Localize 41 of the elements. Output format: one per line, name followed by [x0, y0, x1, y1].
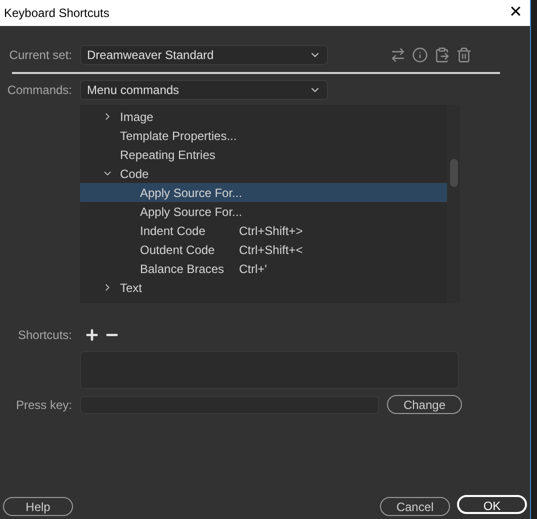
trash-icon[interactable]: [456, 47, 472, 63]
command-label: Apply Source For...: [140, 204, 242, 220]
shortcut-text: Ctrl+Shift+>: [239, 222, 303, 240]
tree-row[interactable]: Balance Braces Ctrl+': [80, 259, 447, 278]
duplicate-icon[interactable]: [390, 47, 406, 63]
command-label: Outdent Code: [140, 242, 216, 258]
cancel-button[interactable]: Cancel: [380, 496, 450, 516]
export-icon[interactable]: [434, 47, 450, 63]
command-label: Indent Code: [140, 222, 206, 240]
command-label: Text: [120, 280, 144, 296]
info-icon[interactable]: [412, 47, 428, 63]
field-label: Press key:: [14, 396, 72, 414]
window-title: Keyboard Shortcuts: [4, 5, 110, 22]
tree-row[interactable]: Apply Source For...: [80, 202, 447, 221]
tree-row[interactable]: Code: [80, 164, 447, 183]
command-label: Repeating Entries: [120, 146, 216, 164]
set-dropdown[interactable]: Dreamweaver Standard: [80, 45, 328, 65]
tree-row[interactable]: Text: [80, 278, 447, 297]
tree-row[interactable]: Repeating Entries: [80, 145, 447, 164]
tree-row[interactable]: Template Properties...: [80, 126, 447, 145]
command-label: Apply Source For...: [140, 184, 242, 202]
tree-row[interactable]: Image: [80, 107, 447, 126]
scrollbar-thumb[interactable]: [450, 159, 458, 187]
shortcut-text: Ctrl+': [239, 260, 267, 278]
command-label: Image: [120, 108, 154, 126]
command-label: Template Properties...: [120, 128, 237, 144]
commands-dropdown[interactable]: Menu commands: [80, 80, 328, 100]
ok-button[interactable]: OK: [457, 495, 527, 514]
tree-row[interactable]: Apply Source For...: [80, 183, 447, 202]
field-label: Shortcuts:: [16, 327, 72, 344]
field-label: Commands:: [6, 82, 72, 99]
tree-row[interactable]: Outdent Code Ctrl+Shift+<: [80, 240, 447, 259]
add-icon[interactable]: [84, 327, 100, 343]
close-button[interactable]: ✕: [509, 1, 522, 25]
command-label: Code: [120, 166, 150, 182]
command-label: Balance Braces: [140, 260, 226, 278]
tree-row[interactable]: Indent Code Ctrl+Shift+>: [80, 221, 447, 240]
field-label: Current set:: [8, 47, 72, 64]
help-button[interactable]: Help: [3, 496, 73, 516]
change-button[interactable]: Change: [387, 394, 462, 414]
shortcut-text: Ctrl+Shift+<: [239, 242, 303, 258]
